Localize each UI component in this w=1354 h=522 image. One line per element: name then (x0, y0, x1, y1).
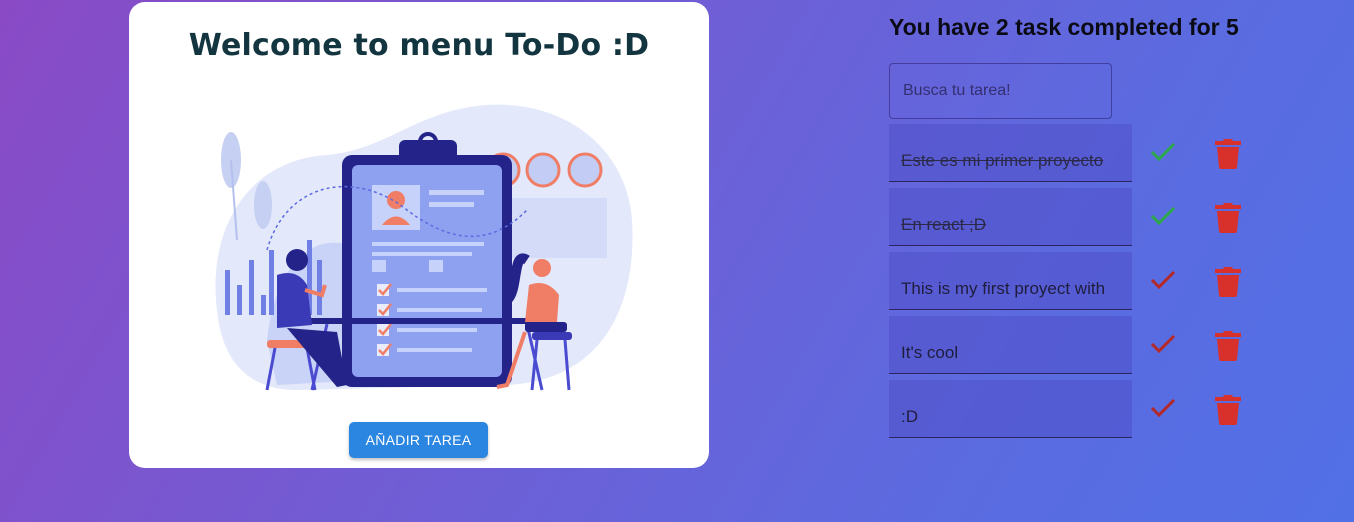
trash-icon[interactable] (1213, 329, 1243, 361)
page-title: Welcome to menu To-Do :D (188, 28, 650, 63)
check-icon[interactable] (1149, 396, 1177, 420)
trash-icon[interactable] (1213, 393, 1243, 425)
task-item: Este es mi primer proyecto (889, 124, 1289, 182)
check-icon[interactable] (1149, 268, 1177, 292)
trash-icon[interactable] (1213, 137, 1243, 169)
check-icon[interactable] (1149, 140, 1177, 164)
todo-illustration (215, 104, 633, 391)
check-icon[interactable] (1149, 204, 1177, 228)
task-text: Este es mi primer proyecto (889, 124, 1132, 182)
task-item: This is my first proyect with (889, 252, 1289, 310)
search-input[interactable] (889, 63, 1112, 119)
task-text: This is my first proyect with (889, 252, 1132, 310)
task-text: En react ;D (889, 188, 1132, 246)
check-icon[interactable] (1149, 332, 1177, 356)
task-text: It's cool (889, 316, 1132, 374)
welcome-card: Welcome to menu To-Do :D AÑADIR TAREA (129, 2, 709, 468)
trash-icon[interactable] (1213, 265, 1243, 297)
task-item: En react ;D (889, 188, 1289, 246)
add-task-button[interactable]: AÑADIR TAREA (349, 422, 488, 458)
task-item: :D (889, 380, 1289, 438)
task-text: :D (889, 380, 1132, 438)
completed-counter: You have 2 task completed for 5 (889, 14, 1239, 40)
trash-icon[interactable] (1213, 201, 1243, 233)
task-item: It's cool (889, 316, 1289, 374)
